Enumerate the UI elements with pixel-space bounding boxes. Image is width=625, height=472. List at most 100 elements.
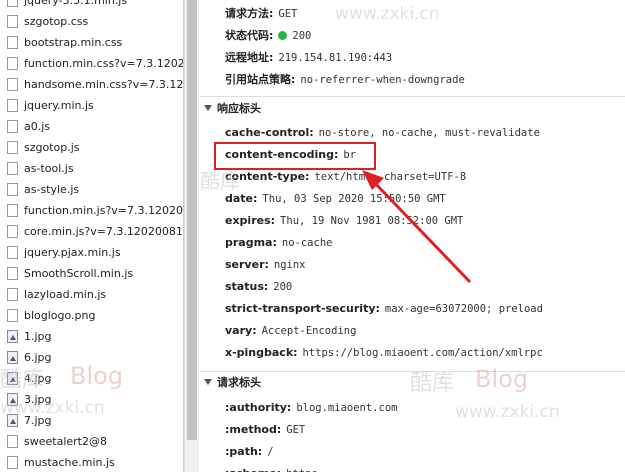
header-row: :authority: blog.miaoent.com xyxy=(225,398,397,418)
file-list-item[interactable]: a0.js xyxy=(0,116,183,137)
file-list-item[interactable]: as-tool.js xyxy=(0,158,183,179)
watermark-brand-cn: 酷库 xyxy=(410,371,455,396)
file-icon xyxy=(7,288,18,301)
header-value: no-referrer-when-downgrade xyxy=(300,74,465,86)
file-list-item[interactable]: bootstrap.min.css xyxy=(0,32,183,53)
header-value: nginx xyxy=(273,259,306,271)
header-row: expires: Thu, 19 Nov 1981 08:52:00 GMT xyxy=(225,211,463,231)
file-name: 1.jpg xyxy=(24,330,52,343)
image-file-icon xyxy=(7,330,18,343)
header-value: 219.154.81.190:443 xyxy=(278,52,393,64)
header-value: max-age=63072000; preload xyxy=(384,303,543,315)
general-row-referrer-policy: 引用站点策略: no-referrer-when-downgrade xyxy=(225,70,465,90)
header-key: 远程地址: xyxy=(225,51,274,64)
header-key: 状态代码: xyxy=(225,29,274,42)
header-row: content-type: text/html; charset=UTF-8 xyxy=(225,167,466,187)
general-row-status-code: 状态代码: 200 xyxy=(225,26,311,46)
header-value: 200 xyxy=(292,30,312,42)
file-name: szgotop.js xyxy=(24,141,80,154)
file-name: bootstrap.min.css xyxy=(24,36,123,49)
file-icon xyxy=(7,225,18,238)
file-list-item[interactable]: lazyload.min.js xyxy=(0,284,183,305)
file-list-item[interactable]: 1.jpg xyxy=(0,326,183,347)
header-value: blog.miaoent.com xyxy=(296,402,398,414)
file-list-item[interactable]: SmoothScroll.min.js xyxy=(0,263,183,284)
file-list-item[interactable]: jquery.min.js xyxy=(0,95,183,116)
file-list-item[interactable]: jquery-3.5.1.min.js xyxy=(0,0,183,11)
file-icon xyxy=(7,57,18,70)
file-list-item[interactable]: as-style.js xyxy=(0,179,183,200)
request-headers-toggle[interactable]: 请求标头 xyxy=(204,373,261,393)
file-name: szgotop.css xyxy=(24,15,89,28)
header-value: / xyxy=(267,446,274,458)
header-key: server: xyxy=(225,258,269,271)
watermark-url: www.zxki.cn xyxy=(335,4,440,24)
file-icon xyxy=(7,456,18,469)
header-value: 200 xyxy=(273,281,293,293)
header-key: status: xyxy=(225,280,269,293)
header-row: pragma: no-cache xyxy=(225,233,332,253)
file-list-item[interactable]: sweetalert2@8 xyxy=(0,431,183,452)
file-name: jquery-3.5.1.min.js xyxy=(24,0,128,7)
header-row: status: 200 xyxy=(225,277,292,297)
file-name: jquery.min.js xyxy=(24,99,94,112)
file-list-item[interactable]: core.min.js?v=7.3.1202008150 xyxy=(0,221,184,242)
file-icon xyxy=(7,141,18,154)
file-icon xyxy=(7,435,18,448)
header-key: :path: xyxy=(225,445,263,458)
general-row-remote-address: 远程地址: 219.154.81.190:443 xyxy=(225,48,392,68)
header-row: server: nginx xyxy=(225,255,306,275)
watermark-url: www.zxki.cn xyxy=(0,398,105,418)
file-icon xyxy=(7,246,18,259)
header-key: strict-transport-security: xyxy=(225,302,380,315)
header-key: vary: xyxy=(225,324,257,337)
file-list-item[interactable]: bloglogo.png xyxy=(0,305,183,326)
file-name: core.min.js?v=7.3.1202008150 xyxy=(24,225,184,238)
response-headers-toggle[interactable]: 响应标头 xyxy=(204,99,261,119)
file-name: SmoothScroll.min.js xyxy=(24,267,134,280)
file-list-item[interactable]: function.min.css?v=7.3.1202008 xyxy=(0,53,183,74)
header-key: 请求方法: xyxy=(225,7,274,20)
file-name: function.min.css?v=7.3.1202008 xyxy=(24,57,183,70)
section-title: 响应标头 xyxy=(217,102,261,115)
scrollbar[interactable] xyxy=(184,0,199,472)
file-list-item[interactable]: handsome.min.css?v=7.3.1202008 xyxy=(0,74,183,95)
file-name: bloglogo.png xyxy=(24,309,96,322)
file-icon xyxy=(7,183,18,196)
header-value: https://blog.miaoent.com/action/xmlrpc xyxy=(302,347,543,359)
file-icon xyxy=(7,78,18,91)
file-list-item[interactable]: mustache.min.js xyxy=(0,452,183,472)
watermark-brand-cn: 酷库 xyxy=(0,368,45,393)
header-row: x-pingback: https://blog.miaoent.com/acti… xyxy=(225,343,543,363)
file-icon xyxy=(7,267,18,280)
file-list-item[interactable]: szgotop.css xyxy=(0,11,183,32)
general-row-request-method: 请求方法: GET xyxy=(225,4,297,24)
file-name: a0.js xyxy=(24,120,51,133)
header-value: https xyxy=(286,468,318,472)
section-title: 请求标头 xyxy=(217,376,261,389)
watermark-url: www.zxki.cn xyxy=(455,402,560,422)
header-key: :method: xyxy=(225,423,282,436)
headers-panel: 请求方法: GET 状态代码: 200 远程地址: 219.154.81.190:44… xyxy=(200,0,625,472)
header-row: :method: GET xyxy=(225,420,305,440)
header-key: expires: xyxy=(225,214,276,227)
section-divider xyxy=(200,96,625,97)
watermark-brand-en: Blog xyxy=(475,365,529,393)
caret-down-icon xyxy=(204,105,212,111)
file-list-item[interactable]: szgotop.js xyxy=(0,137,183,158)
file-icon xyxy=(7,36,18,49)
header-value: text/html; charset=UTF-8 xyxy=(314,171,467,183)
header-key: 引用站点策略: xyxy=(225,73,296,86)
file-icon xyxy=(7,99,18,112)
caret-down-icon xyxy=(204,379,212,385)
file-list-item[interactable]: jquery.pjax.min.js xyxy=(0,242,183,263)
status-ok-icon xyxy=(278,31,288,40)
file-icon xyxy=(7,0,18,7)
header-value: Thu, 03 Sep 2020 15:50:50 GMT xyxy=(262,193,446,205)
scrollbar-thumb[interactable] xyxy=(187,0,197,440)
file-list-item[interactable]: function.min.js?v=7.3.1202008 xyxy=(0,200,183,221)
file-icon xyxy=(7,204,18,217)
header-key: :scheme: xyxy=(225,467,281,472)
watermark-brand-cn: 酷库 xyxy=(200,169,240,193)
header-row: :path: / xyxy=(225,442,274,462)
